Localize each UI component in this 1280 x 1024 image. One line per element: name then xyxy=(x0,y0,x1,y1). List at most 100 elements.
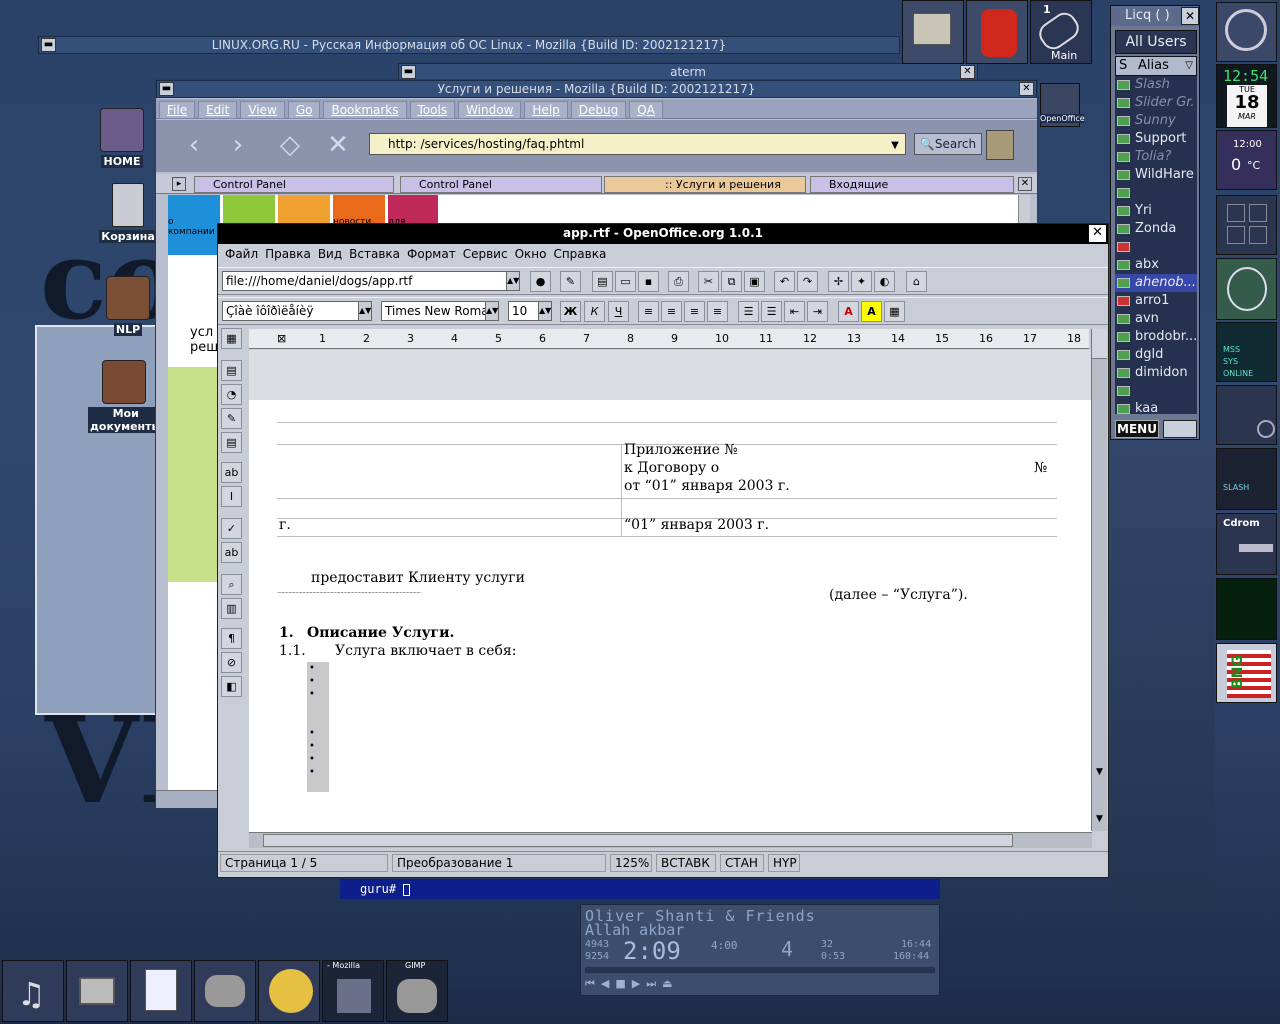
data-sources-icon[interactable]: ▥ xyxy=(221,598,242,619)
dock-app-touch[interactable] xyxy=(902,0,964,64)
alias-column-header[interactable]: Alias xyxy=(1138,57,1169,75)
licq-menu-button[interactable]: MENU xyxy=(1115,420,1159,438)
reload-icon[interactable]: ◇ xyxy=(274,130,306,160)
rewind-icon[interactable]: ◀ xyxy=(601,977,615,990)
taskbar-mail[interactable] xyxy=(258,960,320,1022)
url-field[interactable]: file:///home/daniel/dogs/app.rtf ▲▼ xyxy=(222,271,520,291)
taskbar-editor[interactable] xyxy=(130,960,192,1022)
status-selection-mode[interactable]: СТАН xyxy=(720,854,764,872)
chevron-down-icon[interactable]: ▼ xyxy=(887,136,903,152)
contact-item[interactable]: Tolia? xyxy=(1115,148,1197,166)
scroll-thumb[interactable] xyxy=(1092,329,1107,359)
insert-object-icon[interactable]: ◔ xyxy=(221,384,242,405)
dock-desktop-pager[interactable]: 1 Main xyxy=(1030,0,1092,64)
edit-autotext-icon[interactable]: ab xyxy=(221,462,242,483)
prev-icon[interactable]: ⏮ xyxy=(585,977,601,990)
increase-indent-icon[interactable]: ⇥ xyxy=(807,301,828,322)
chevron-down-icon[interactable]: ▲▼ xyxy=(358,302,371,320)
dock-cdrom[interactable]: Cdrom xyxy=(1216,513,1277,575)
dock-app-clock-icon[interactable] xyxy=(1216,2,1277,62)
bullets-icon[interactable]: ☰ xyxy=(761,301,782,322)
url-field[interactable]: http: /services/hosting/faq.phtml ▼ xyxy=(369,133,906,155)
contact-item[interactable]: Yri xyxy=(1115,202,1197,220)
style-select[interactable]: Çîàè îôîðìëåíèÿ ▲▼ xyxy=(222,301,372,321)
scroll-down-icon[interactable]: ▼ xyxy=(1092,814,1107,829)
close-tab-icon[interactable]: ✕ xyxy=(1018,177,1032,191)
cut-icon[interactable]: ✂ xyxy=(698,271,719,292)
status-insert-mode[interactable]: ВСТАВК xyxy=(656,854,716,872)
document-page[interactable]: Приложение № к Договору о № от “01” янва… xyxy=(249,400,1092,832)
chevron-down-icon[interactable]: ▲▼ xyxy=(538,302,551,320)
tab-services[interactable]: :: Услуги и решения xyxy=(604,176,806,193)
contact-item[interactable]: avn xyxy=(1115,310,1197,328)
close-icon[interactable]: ✕ xyxy=(1181,7,1199,25)
horizontal-scrollbar[interactable] xyxy=(249,832,1092,848)
openoffice-titlebar[interactable]: app.rtf - OpenOffice.org 1.0.1 ✕ xyxy=(218,224,1108,244)
draw-icon[interactable]: ✎ xyxy=(221,408,242,429)
menu-format[interactable]: Формат xyxy=(407,247,456,261)
desktop-icon-documents[interactable]: Мои документы xyxy=(88,360,164,433)
tab-control-panel-1[interactable]: Control Panel xyxy=(194,176,394,193)
menu-tools[interactable]: Tools xyxy=(409,101,456,119)
taskbar-music[interactable]: ♫ xyxy=(2,960,64,1022)
pager-desk-2[interactable] xyxy=(1249,204,1267,222)
forward-icon[interactable]: › xyxy=(222,130,254,160)
ruler[interactable]: ⊠ 1 2 3 4 5 6 7 8 9 10 11 12 13 14 15 16… xyxy=(249,329,1089,349)
pager-desk-4[interactable] xyxy=(1249,226,1267,244)
menu-window[interactable]: Окно xyxy=(515,247,547,261)
direct-cursor-icon[interactable]: I xyxy=(221,486,242,507)
stop-icon[interactable]: ✕ xyxy=(322,130,354,160)
window-menu-button[interactable]: ▬ xyxy=(41,38,56,52)
insert-fields-icon[interactable]: ▤ xyxy=(221,360,242,381)
dock-mixer[interactable] xyxy=(1216,385,1277,445)
align-right-icon[interactable]: ≡ xyxy=(684,301,705,322)
contact-item[interactable]: dimidon xyxy=(1115,364,1197,382)
status-icon[interactable] xyxy=(1163,420,1197,438)
contact-item[interactable]: Zonda xyxy=(1115,220,1197,238)
open-icon[interactable]: ▭ xyxy=(615,271,636,292)
edit-file-icon[interactable]: ✎ xyxy=(560,271,581,292)
align-center-icon[interactable]: ≡ xyxy=(661,301,682,322)
taskbar-mozilla-window[interactable]: - Mozilla xyxy=(322,960,384,1022)
graphics-off-icon[interactable]: ⊘ xyxy=(221,652,242,673)
dock-clock[interactable]: 12:54 TUE 18 MAR xyxy=(1216,64,1277,128)
menu-view[interactable]: View xyxy=(240,101,285,119)
chevron-down-icon[interactable]: ▽ xyxy=(1185,57,1193,75)
contact-item[interactable]: Slash xyxy=(1115,76,1197,94)
dock-app-quill[interactable] xyxy=(1216,258,1277,320)
contact-item[interactable]: arro1 xyxy=(1115,292,1197,310)
menu-help[interactable]: Help xyxy=(524,101,568,119)
new-icon[interactable]: ▤ xyxy=(592,271,613,292)
undo-icon[interactable]: ↶ xyxy=(774,271,795,292)
throbber-icon[interactable] xyxy=(986,130,1014,160)
menu-debug[interactable]: Debug xyxy=(570,101,627,119)
form-icon[interactable]: ▤ xyxy=(221,432,242,453)
nav-tile-about[interactable]: о компании xyxy=(168,195,220,255)
contact-item[interactable]: kaa xyxy=(1115,400,1197,414)
tab-control-panel-2[interactable]: Control Panel xyxy=(400,176,602,193)
paste-icon[interactable]: ▣ xyxy=(744,271,765,292)
print-icon[interactable]: ⎙ xyxy=(668,271,689,292)
contact-item[interactable]: brodobr... xyxy=(1115,328,1197,346)
online-layout-icon[interactable]: ◧ xyxy=(221,676,242,697)
stylist-icon[interactable]: ✦ xyxy=(851,271,872,292)
next-icon[interactable]: ⏭ xyxy=(646,977,662,990)
menu-go[interactable]: Go xyxy=(287,101,321,119)
insert-table-icon[interactable]: ▦ xyxy=(221,328,242,349)
taskbar-terminal[interactable] xyxy=(66,960,128,1022)
dock-monitor[interactable]: MSS SYS ONLINE xyxy=(1216,322,1277,382)
scroll-thumb[interactable] xyxy=(263,834,1013,847)
dock-bng[interactable]: BNG xyxy=(1216,643,1277,703)
group-selector[interactable]: All Users xyxy=(1115,30,1197,54)
font-color-icon[interactable]: A xyxy=(838,301,859,322)
play-icon[interactable]: ▶ xyxy=(632,977,646,990)
contact-item[interactable] xyxy=(1115,184,1197,202)
status-column-header[interactable]: S xyxy=(1119,57,1127,75)
status-hyperlink-mode[interactable]: HYP xyxy=(768,854,800,872)
contact-item[interactable]: Slider Gr. xyxy=(1115,94,1197,112)
status-zoom[interactable]: 125% xyxy=(610,854,652,872)
contact-item[interactable]: Sunny xyxy=(1115,112,1197,130)
font-size-select[interactable]: 10 ▲▼ xyxy=(508,301,552,321)
navigator-icon[interactable]: ✢ xyxy=(828,271,849,292)
close-icon[interactable]: ✕ xyxy=(1019,82,1034,96)
